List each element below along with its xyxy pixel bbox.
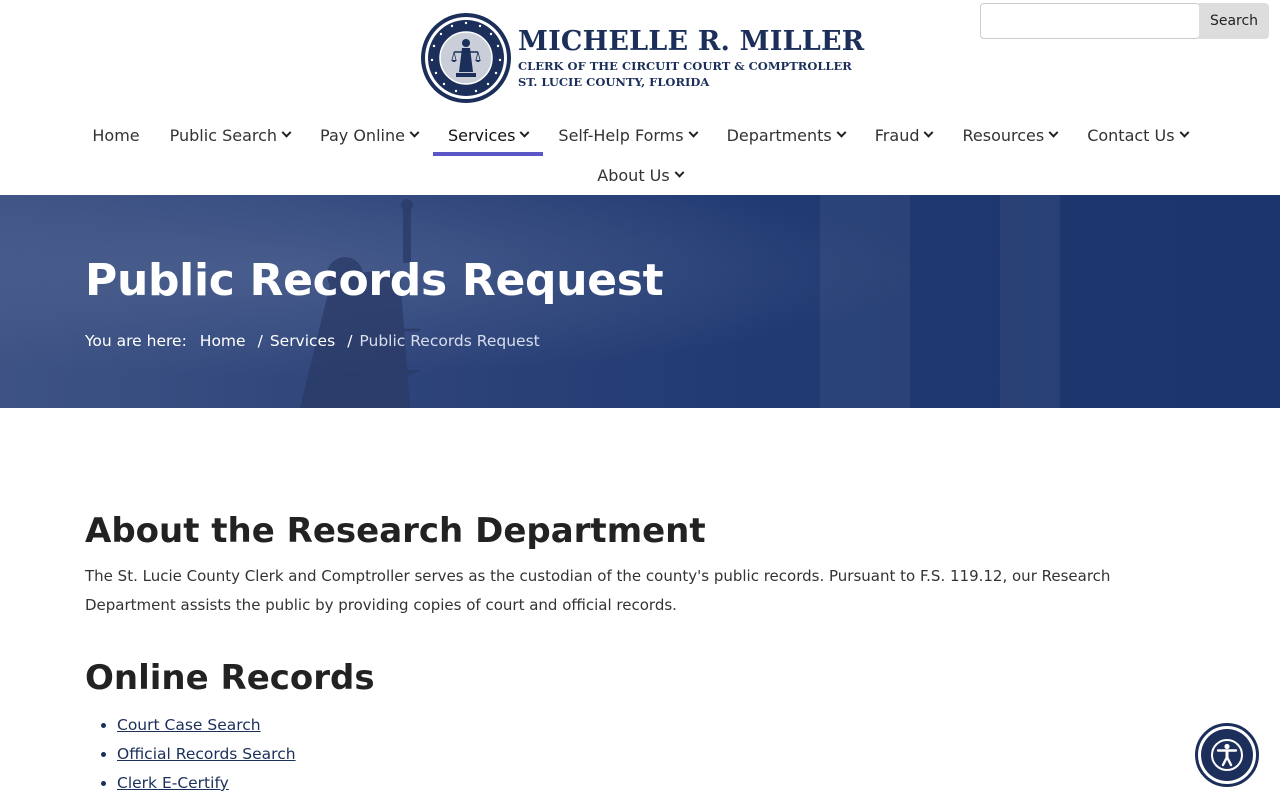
breadcrumb-separator: / [347, 332, 353, 350]
nav-item-public-search[interactable]: Public Search [155, 118, 305, 152]
breadcrumb-home-link[interactable]: Home [200, 332, 246, 350]
chevron-down-icon [836, 127, 847, 138]
chevron-down-icon [281, 127, 292, 138]
main-nav: Home Public Search Pay Online Services S… [0, 118, 1280, 192]
site-logo[interactable]: MICHELLE R. MILLER CLERK OF THE CIRCUIT … [420, 12, 864, 104]
nav-item-label: Home [92, 125, 140, 145]
logo-text: MICHELLE R. MILLER CLERK OF THE CIRCUIT … [518, 25, 865, 90]
nav-item-label: Contact Us [1087, 125, 1175, 145]
chevron-down-icon [519, 127, 530, 138]
nav-item-label: About Us [597, 165, 670, 185]
logo-name: MICHELLE R. MILLER [518, 25, 865, 57]
main-content: About the Research Department The St. Lu… [85, 510, 1145, 798]
logo-county: ST. LUCIE COUNTY, FLORIDA [518, 74, 710, 89]
nav-item-services[interactable]: Services [432, 118, 544, 156]
nav-item-label: Resources [962, 125, 1045, 145]
list-item: Clerk E-Certify [117, 769, 1145, 798]
chevron-down-icon [674, 167, 685, 178]
nav-item-home[interactable]: Home [77, 118, 154, 152]
breadcrumb: You are here: Home / Services / Public R… [85, 332, 540, 350]
accessibility-button[interactable] [1195, 723, 1259, 787]
nav-item-contact-us[interactable]: Contact Us [1072, 118, 1202, 152]
official-records-search-link[interactable]: Official Records Search [117, 745, 296, 763]
chevron-down-icon [1179, 127, 1190, 138]
nav-item-label: Public Search [169, 125, 278, 145]
logo-subtitle: CLERK OF THE CIRCUIT COURT & COMPTROLLER [518, 58, 852, 73]
county-seal-icon [421, 13, 511, 103]
site-search: Search [980, 3, 1269, 39]
nav-row-1: Home Public Search Pay Online Services S… [0, 118, 1280, 156]
court-case-search-link[interactable]: Court Case Search [117, 716, 261, 734]
nav-item-about-us[interactable]: About Us [582, 158, 697, 192]
breadcrumb-separator: / [257, 332, 263, 350]
page-hero: Public Records Request You are here: Hom… [0, 195, 1280, 408]
search-button[interactable]: Search [1199, 3, 1269, 39]
chevron-down-icon [924, 127, 934, 138]
page-title: Public Records Request [85, 255, 664, 306]
nav-item-departments[interactable]: Departments [712, 118, 860, 152]
search-input[interactable] [980, 3, 1200, 39]
accessibility-icon [1211, 739, 1243, 771]
breadcrumb-lead: You are here: [85, 332, 187, 350]
breadcrumb-current: Public Records Request [359, 332, 540, 350]
nav-item-fraud[interactable]: Fraud [860, 118, 948, 152]
nav-item-label: Pay Online [320, 125, 405, 145]
site-header: MICHELLE R. MILLER CLERK OF THE CIRCUIT … [0, 0, 1280, 195]
section-heading-online-records: Online Records [85, 658, 375, 698]
chevron-down-icon [1048, 127, 1059, 138]
nav-item-label: Fraud [874, 125, 920, 145]
nav-item-label: Self-Help Forms [558, 125, 684, 145]
research-description: The St. Lucie County Clerk and Comptroll… [85, 567, 1111, 614]
nav-item-label: Services [447, 125, 516, 145]
nav-item-label: Departments [726, 125, 832, 145]
nav-item-pay-online[interactable]: Pay Online [305, 118, 433, 152]
list-item: Court Case Search [117, 711, 1145, 740]
nav-row-2: About Us [0, 158, 1280, 192]
online-records-list: Court Case Search Official Records Searc… [85, 711, 1145, 798]
accessibility-button-inner [1201, 729, 1253, 781]
chevron-down-icon [688, 127, 699, 138]
list-item: Official Records Search [117, 740, 1145, 769]
section-heading-research: About the Research Department [85, 511, 706, 551]
chevron-down-icon [409, 127, 420, 138]
nav-item-resources[interactable]: Resources [947, 118, 1072, 152]
breadcrumb-services-link[interactable]: Services [270, 332, 335, 350]
clerk-e-certify-link[interactable]: Clerk E-Certify [117, 774, 229, 792]
nav-item-self-help-forms[interactable]: Self-Help Forms [543, 118, 711, 152]
